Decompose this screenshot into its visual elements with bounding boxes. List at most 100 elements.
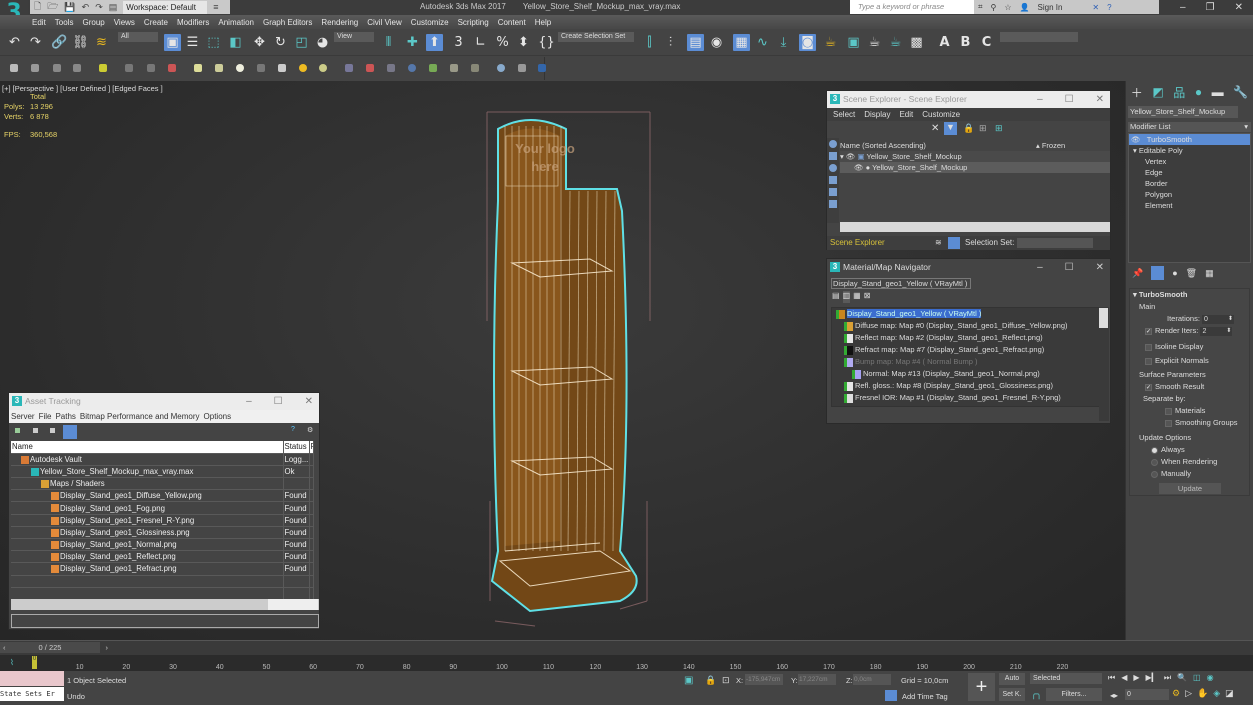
binoculars-icon[interactable]: ⌗	[978, 2, 983, 12]
vertical-scrollbar[interactable]	[1099, 307, 1109, 421]
asset-row[interactable]: Display_Stand_geo1_Refract.png Found	[11, 562, 314, 576]
goto-end-icon[interactable]: ⏭	[1164, 673, 1171, 685]
help-search-input[interactable]: Type a keyword or phrase	[850, 0, 974, 14]
menu-display[interactable]: Display	[864, 108, 890, 121]
view-table-icon[interactable]	[63, 425, 77, 439]
x-coordinate-field[interactable]: -175,947cm	[745, 674, 783, 685]
zoom-icon[interactable]: 🔍	[1177, 673, 1187, 685]
make-unique-icon[interactable]: ●	[1172, 268, 1177, 278]
display-spacewarps-icon[interactable]	[829, 200, 837, 208]
update-always-radio[interactable]	[1151, 446, 1158, 454]
subobject-element[interactable]: Element	[1129, 200, 1250, 211]
update-manually-radio[interactable]	[1151, 470, 1158, 478]
toolbar-icon[interactable]	[10, 64, 18, 72]
sphere-light-icon[interactable]	[236, 64, 244, 72]
next-frame-icon[interactable]: ›	[106, 642, 109, 653]
menu-options[interactable]: Options	[204, 410, 232, 423]
material-tree-item[interactable]: Bump map: Map #4 ( Normal Bump )	[832, 356, 1100, 368]
new-file-icon[interactable]: 🗋	[34, 0, 41, 15]
object-name-field[interactable]: Yellow_Store_Shelf_Mockup	[1128, 106, 1238, 118]
prev-key-icon[interactable]: ◀	[1121, 673, 1127, 685]
spinner-snap-icon[interactable]: ⬍	[515, 34, 532, 51]
auto-key-button[interactable]: Auto	[999, 673, 1025, 685]
material-navigator-titlebar[interactable]: 3 Material/Map Navigator – ☐ ✕	[827, 259, 1110, 276]
maximize-viewport-icon[interactable]: ◪	[1225, 688, 1234, 699]
material-tree-item[interactable]: Refract map: Map #7 (Display_Stand_geo1_…	[832, 344, 1100, 356]
pan-icon[interactable]: ✋	[1197, 688, 1208, 699]
asset-row[interactable]: Display_Stand_geo1_Reflect.png Found	[11, 550, 314, 564]
window-crossing-icon[interactable]: ◧	[227, 34, 244, 51]
menu-edit[interactable]: Edit	[32, 18, 46, 27]
menu-paths[interactable]: Paths	[55, 410, 75, 423]
hierarchy-toggle-icon[interactable]: ⊞	[995, 123, 1003, 134]
current-material-field[interactable]: Display_Stand_geo1_Yellow ( VRayMtl )	[831, 278, 971, 289]
time-marker[interactable]: 0	[32, 656, 37, 669]
subscription-icon[interactable]: ⚲	[991, 3, 997, 12]
menu-customize[interactable]: Customize	[411, 18, 449, 27]
field-of-view-icon[interactable]: ▷	[1185, 688, 1192, 699]
material-tree-item[interactable]: Diffuse map: Map #0 (Display_Stand_geo1_…	[832, 320, 1100, 332]
render-in-cloud-icon[interactable]: ▩	[908, 34, 925, 51]
menu-server[interactable]: Server	[11, 410, 35, 423]
iterations-spinner[interactable]: 0	[1202, 314, 1235, 324]
help-icon[interactable]: ?	[291, 426, 295, 433]
menu-animation[interactable]: Animation	[218, 18, 254, 27]
menu-views[interactable]: Views	[114, 18, 135, 27]
percent-snap-icon[interactable]: %	[494, 34, 511, 51]
scene-tree-row-selected[interactable]: 👁 ● Yellow_Store_Shelf_Mockup	[840, 162, 1110, 173]
close-button[interactable]: ✕	[1096, 91, 1104, 108]
clear-filter-icon[interactable]: ✕	[931, 123, 939, 134]
explicit-normals-checkbox[interactable]	[1145, 357, 1152, 365]
menu-content[interactable]: Content	[498, 18, 526, 27]
layer-explorer-icon[interactable]: ◉	[708, 34, 725, 51]
menu-civil-view[interactable]: Civil View	[367, 18, 402, 27]
key-mode-icon[interactable]: ◂▸	[1110, 691, 1118, 700]
column-name-header[interactable]: Name	[11, 441, 284, 454]
zoom-all-icon[interactable]: ◫	[1193, 673, 1201, 685]
column-name-header[interactable]: Name (Sorted Ascending)	[840, 141, 926, 150]
lock-icon[interactable]: 🔒	[963, 123, 974, 134]
toolbar-icon[interactable]	[147, 64, 155, 72]
display-helpers-icon[interactable]	[829, 188, 837, 196]
time-config-icon[interactable]: ⚙	[1172, 688, 1180, 699]
asset-row[interactable]: Display_Stand_geo1_Fresnel_R-Y.png Found	[11, 514, 314, 527]
hierarchy-mode-icon[interactable]	[948, 237, 960, 249]
display-lights-icon[interactable]	[829, 164, 837, 172]
minimize-button[interactable]: –	[1037, 259, 1043, 276]
workspace-dropdown[interactable]: Workspace: Default	[123, 0, 208, 14]
column-status-header[interactable]: Status	[283, 441, 310, 454]
display-cameras-icon[interactable]	[829, 176, 837, 184]
toolbar-icon[interactable]	[497, 64, 505, 72]
menu-create[interactable]: Create	[144, 18, 168, 27]
named-selection-set-dropdown[interactable]: Create Selection Set	[558, 32, 634, 42]
maximize-button[interactable]: ☐	[1065, 259, 1074, 276]
material-tree-item[interactable]: Reflect map: Map #2 (Display_Stand_geo1_…	[832, 332, 1100, 344]
smooth-result-checkbox[interactable]: ✓	[1145, 383, 1152, 391]
scale-icon[interactable]: ◰	[293, 34, 310, 51]
horizontal-scrollbar[interactable]	[11, 599, 319, 610]
remove-modifier-icon[interactable]: 🗑	[1186, 268, 1197, 279]
expand-icon[interactable]: ▾	[1133, 146, 1137, 155]
scrollbar-thumb[interactable]	[1099, 308, 1108, 328]
key-filters-button[interactable]: Filters...	[1046, 688, 1102, 701]
toolbar-icon[interactable]	[125, 64, 133, 72]
save-icon[interactable]: 💾	[64, 2, 75, 13]
key-tangent-icon[interactable]: ╭╮	[1031, 689, 1042, 700]
hierarchy-tab-icon[interactable]: 品	[1173, 84, 1185, 101]
material-tree-item[interactable]: Refl. gloss.: Map #8 (Display_Stand_geo1…	[832, 380, 1100, 392]
modifier-stack-item-editable-poly[interactable]: ▾ Editable Poly	[1129, 145, 1250, 156]
toolbar-options-icon[interactable]: ≡	[213, 2, 218, 12]
toolbar-icon[interactable]	[471, 64, 479, 72]
close-button[interactable]: ✕	[1096, 259, 1104, 276]
ref-coord-dropdown[interactable]: View	[334, 32, 374, 42]
mirror-icon[interactable]: ⫿	[641, 34, 658, 51]
motion-tab-icon[interactable]: ●	[1195, 85, 1202, 99]
select-by-name-icon[interactable]: ☰	[184, 34, 201, 51]
asset-row[interactable]: Maps / Shaders	[11, 477, 314, 491]
keyboard-shortcut-override-icon[interactable]: ⬆	[426, 34, 443, 51]
absolute-mode-icon[interactable]: ⊡	[722, 675, 730, 686]
isoline-display-checkbox[interactable]	[1145, 343, 1152, 351]
toolbar-icon[interactable]	[53, 64, 61, 72]
material-tree-item[interactable]: Normal: Map #13 (Display_Stand_geo1_Norm…	[832, 368, 1100, 380]
render-activeshade-icon[interactable]: ☕	[887, 34, 904, 51]
